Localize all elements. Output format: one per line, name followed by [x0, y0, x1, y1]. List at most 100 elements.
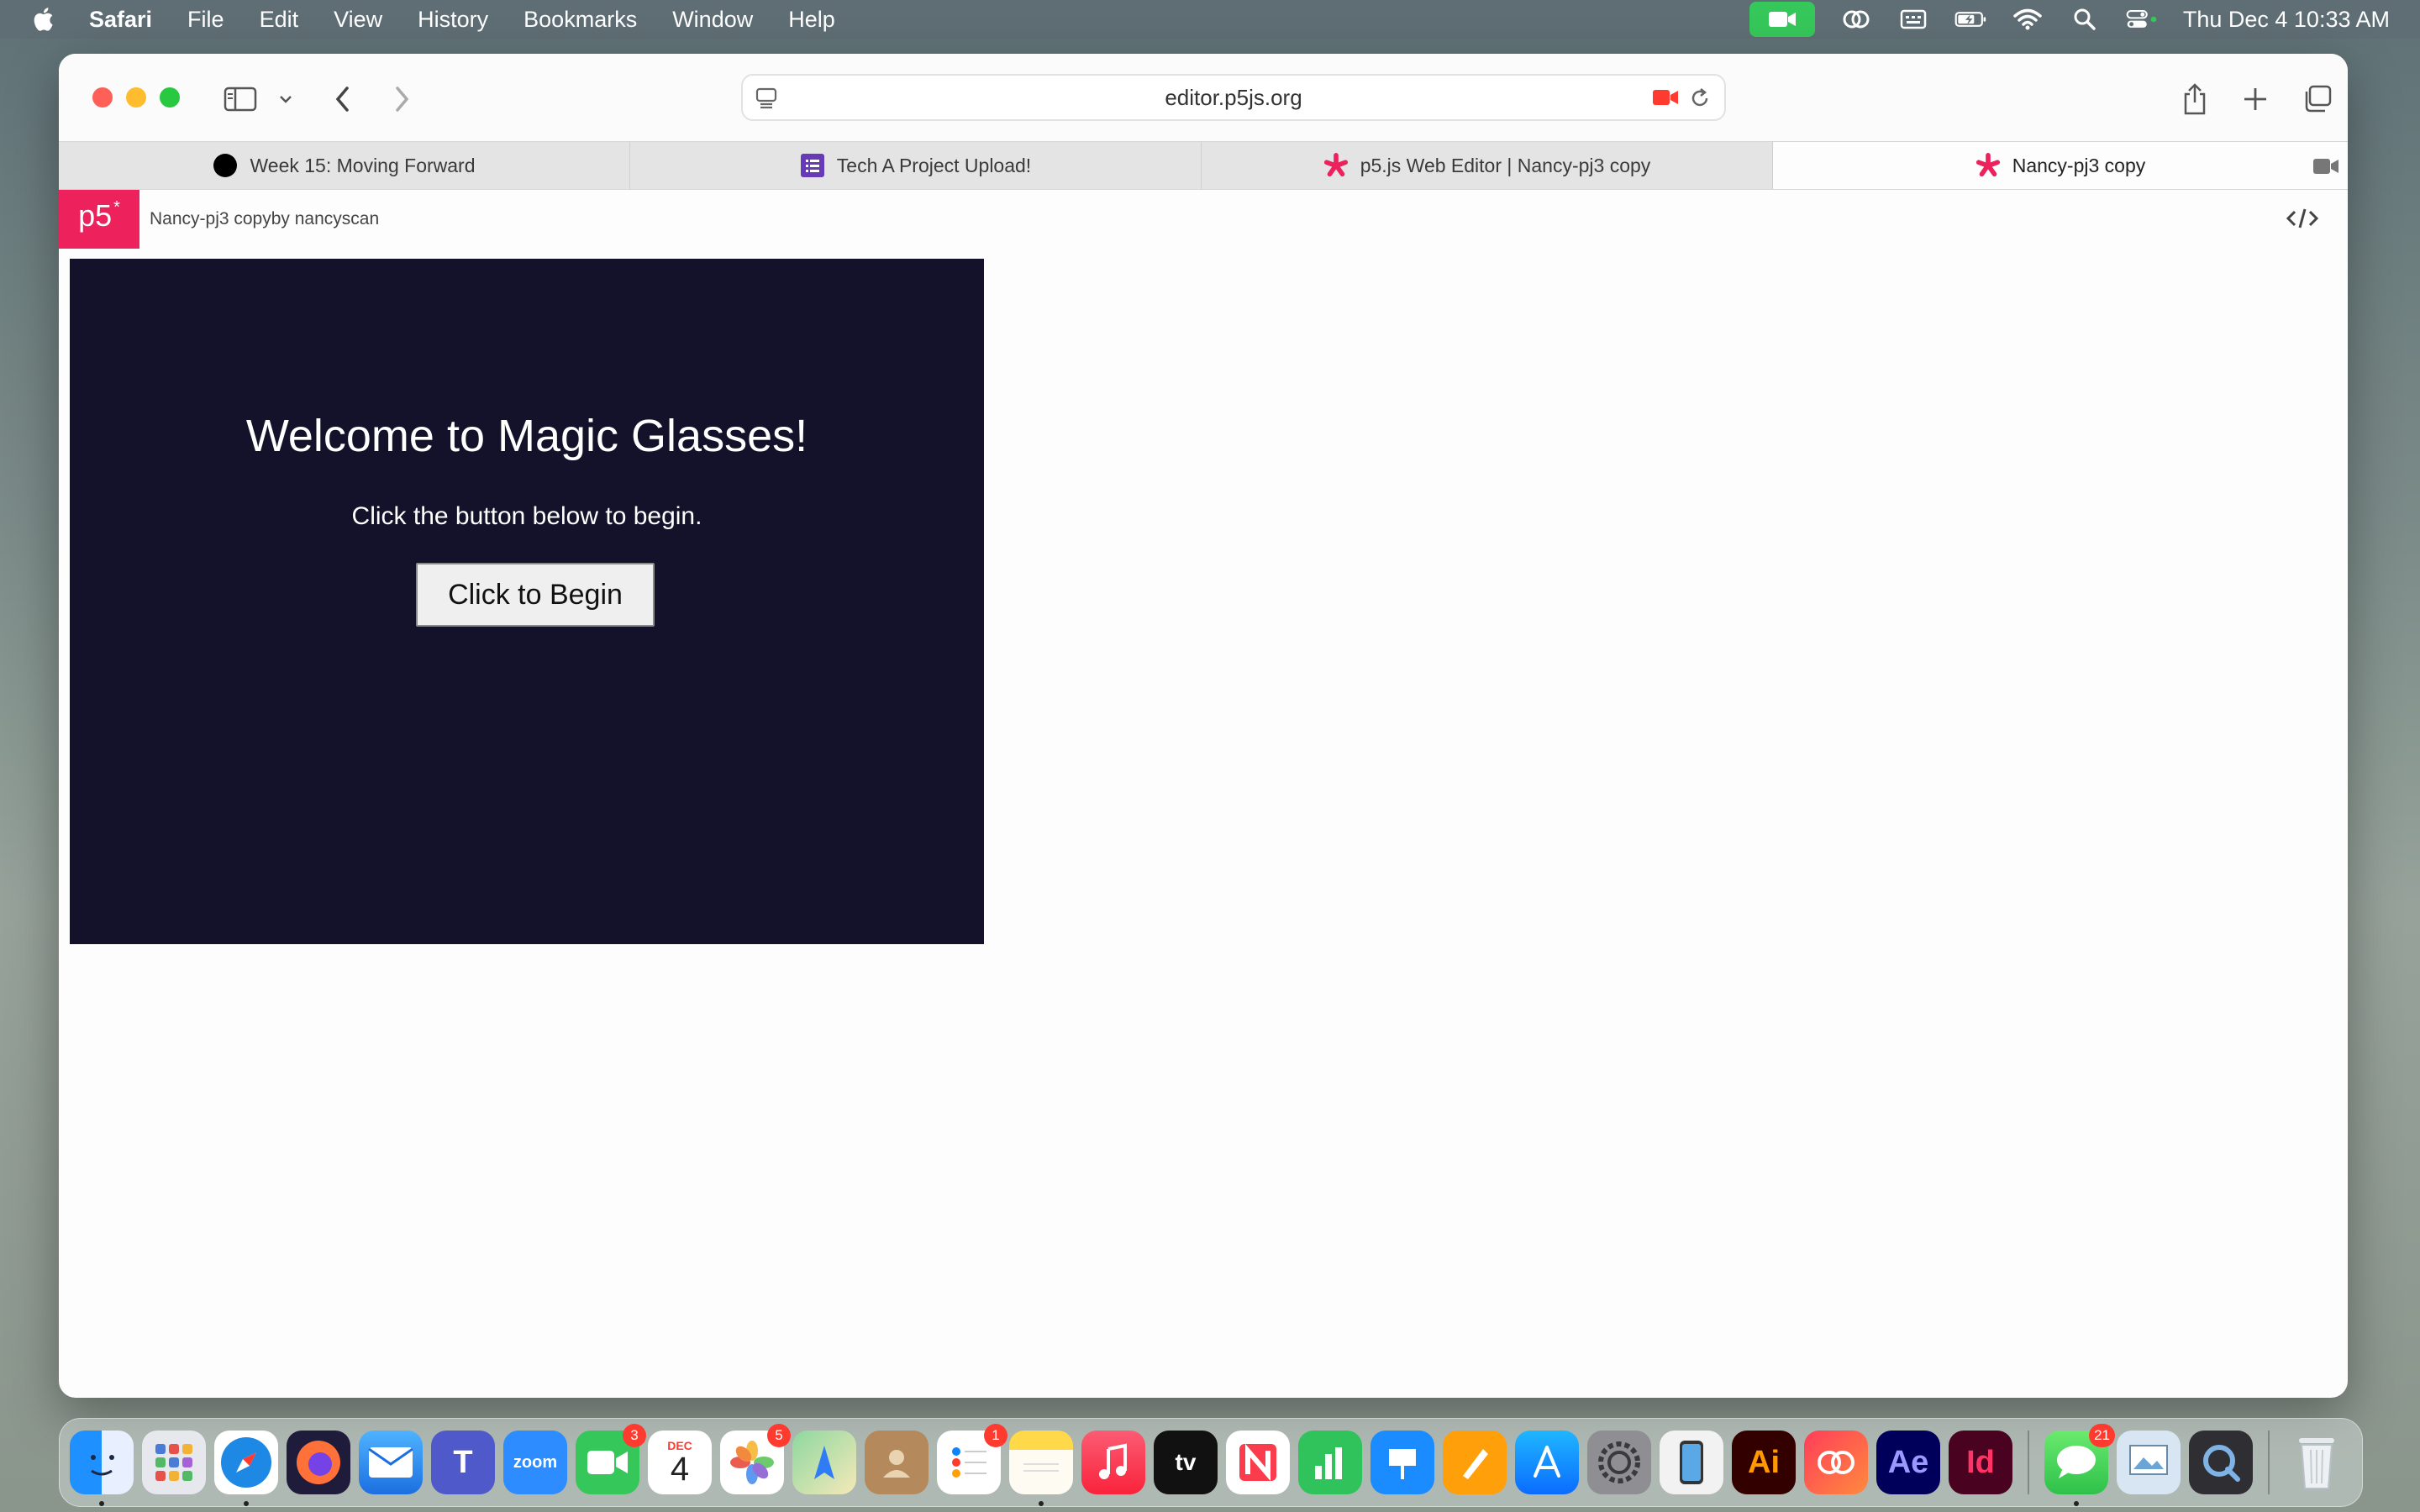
photos-badge: 5: [767, 1424, 791, 1447]
zoom-window-button[interactable]: [160, 87, 180, 108]
finder-icon[interactable]: [70, 1431, 134, 1506]
menu-window[interactable]: Window: [672, 7, 753, 33]
tab-tech-a-project[interactable]: Tech A Project Upload!: [630, 142, 1202, 189]
numbers-icon[interactable]: [1298, 1431, 1362, 1494]
zoom-icon[interactable]: zoom: [503, 1431, 567, 1494]
notes-icon[interactable]: [1009, 1431, 1073, 1506]
camera-in-use-icon[interactable]: [1652, 87, 1679, 108]
facetime-badge: 3: [623, 1424, 646, 1447]
creative-cloud-icon[interactable]: [1804, 1431, 1868, 1494]
sketch-title-byline: Nancy-pj3 copyby nancyscan: [150, 209, 380, 228]
tab-label: Tech A Project Upload!: [836, 154, 1032, 176]
p5-logo-asterisk: *: [113, 198, 120, 217]
iphone-mirroring-icon[interactable]: [1660, 1431, 1723, 1494]
p5-sketch-header: p5 * Nancy-pj3 copyby nancyscan: [59, 190, 2348, 249]
calendar-icon[interactable]: DEC 4: [648, 1431, 712, 1494]
tab-label: Nancy-pj3 copy: [2012, 154, 2146, 176]
p5-logo[interactable]: p5 *: [59, 190, 139, 249]
menu-history[interactable]: History: [418, 7, 488, 33]
tab-camera-icon[interactable]: [2312, 157, 2339, 176]
sketch-heading: Welcome to Magic Glasses!: [245, 411, 808, 461]
launchpad-icon[interactable]: [142, 1431, 206, 1494]
p5-asterisk-icon: [1975, 153, 2001, 178]
tab-bar: Week 15: Moving Forward Tech A Project U…: [59, 141, 2348, 190]
mail-icon[interactable]: [359, 1431, 423, 1494]
close-window-button[interactable]: [92, 87, 113, 108]
creative-cloud-status-icon[interactable]: [1840, 7, 1872, 32]
photos-icon[interactable]: 5: [720, 1424, 791, 1494]
messages-badge: 21: [2089, 1424, 2115, 1447]
reminders-icon[interactable]: 1: [937, 1424, 1007, 1494]
black-circle-icon: [213, 153, 238, 178]
indesign-icon[interactable]: Id: [1949, 1431, 2012, 1494]
keynote-icon[interactable]: [1370, 1431, 1434, 1494]
preview-icon[interactable]: [2117, 1431, 2181, 1494]
menu-help[interactable]: Help: [788, 7, 835, 33]
minimize-window-button[interactable]: [126, 87, 146, 108]
page-menu-icon[interactable]: [755, 86, 780, 111]
messages-icon[interactable]: 21: [2044, 1424, 2115, 1506]
code-view-icon[interactable]: [2286, 207, 2319, 230]
illustrator-icon[interactable]: Ai: [1732, 1431, 1796, 1494]
pages-icon[interactable]: [1443, 1431, 1507, 1494]
apple-icon[interactable]: [30, 5, 59, 34]
menu-edit[interactable]: Edit: [260, 7, 299, 33]
safari-icon[interactable]: [214, 1431, 278, 1506]
firefox-icon[interactable]: [287, 1431, 350, 1494]
tab-label: Week 15: Moving Forward: [250, 154, 476, 176]
menu-view[interactable]: View: [334, 7, 382, 33]
url-text: editor.p5js.org: [1165, 84, 1302, 110]
menu-file[interactable]: File: [187, 7, 224, 33]
safari-window: editor.p5js.org Week 15: Moving Forward …: [59, 54, 2348, 1398]
tab-p5-web-editor[interactable]: p5.js Web Editor | Nancy-pj3 copy: [1202, 142, 1773, 189]
maps-icon[interactable]: [792, 1431, 856, 1494]
battery-icon[interactable]: [1954, 7, 1986, 32]
click-to-begin-button[interactable]: Click to Begin: [416, 563, 655, 627]
running-indicator: [2074, 1501, 2079, 1506]
dock: T zoom 3 DEC 4 5 1 tv Ai Ae Id 21: [59, 1418, 2363, 1507]
reload-icon[interactable]: [1687, 86, 1712, 111]
running-indicator: [99, 1501, 104, 1506]
window-controls: [92, 87, 180, 108]
keyboard-status-icon[interactable]: [1897, 7, 1929, 32]
after-effects-icon[interactable]: Ae: [1876, 1431, 1940, 1494]
spotlight-search-icon[interactable]: [2069, 7, 2101, 32]
tab-nancy-pj3-copy[interactable]: Nancy-pj3 copy: [1773, 142, 2348, 189]
quicktime-icon[interactable]: [2189, 1431, 2253, 1494]
teams-icon[interactable]: T: [431, 1431, 495, 1494]
facetime-icon[interactable]: 3: [576, 1424, 646, 1494]
menu-bar: Safari File Edit View History Bookmarks …: [0, 0, 2420, 39]
running-indicator: [244, 1501, 249, 1506]
address-bar[interactable]: editor.p5js.org: [741, 74, 1726, 121]
forward-arrow-icon[interactable]: [383, 81, 420, 118]
system-settings-icon[interactable]: [1587, 1431, 1651, 1494]
share-icon[interactable]: [2176, 81, 2213, 118]
apple-tv-icon[interactable]: tv: [1154, 1431, 1218, 1494]
p5-logo-text: p5: [78, 198, 113, 233]
trash-icon[interactable]: [2285, 1431, 2349, 1494]
browser-toolbar: editor.p5js.org: [59, 54, 2348, 141]
chevron-down-icon[interactable]: [267, 81, 304, 118]
contacts-icon[interactable]: [865, 1431, 929, 1494]
teams-letter: T: [453, 1444, 473, 1480]
music-icon[interactable]: [1081, 1431, 1145, 1494]
tab-overview-icon[interactable]: [2299, 81, 2336, 118]
apple-tv-label: tv: [1175, 1449, 1197, 1475]
app-store-icon[interactable]: [1515, 1431, 1579, 1494]
menu-bookmarks[interactable]: Bookmarks: [523, 7, 637, 33]
menubar-clock[interactable]: Thu Dec 4 10:33 AM: [2183, 7, 2390, 33]
tab-week-15[interactable]: Week 15: Moving Forward: [59, 142, 630, 189]
new-tab-icon[interactable]: [2237, 81, 2274, 118]
calendar-day: 4: [670, 1451, 690, 1488]
back-arrow-icon[interactable]: [324, 81, 361, 118]
sketch-canvas[interactable]: Welcome to Magic Glasses! Click the butt…: [70, 259, 984, 944]
facetime-status-icon[interactable]: [1749, 2, 1815, 37]
menu-safari[interactable]: Safari: [89, 7, 152, 33]
control-center-icon[interactable]: [2126, 7, 2158, 32]
wifi-icon[interactable]: [2012, 7, 2044, 32]
illustrator-label: Ai: [1748, 1444, 1780, 1480]
after-effects-label: Ae: [1887, 1444, 1929, 1480]
sidebar-toggle-icon[interactable]: [222, 81, 259, 118]
news-icon[interactable]: [1226, 1431, 1290, 1494]
indesign-label: Id: [1966, 1444, 1995, 1480]
